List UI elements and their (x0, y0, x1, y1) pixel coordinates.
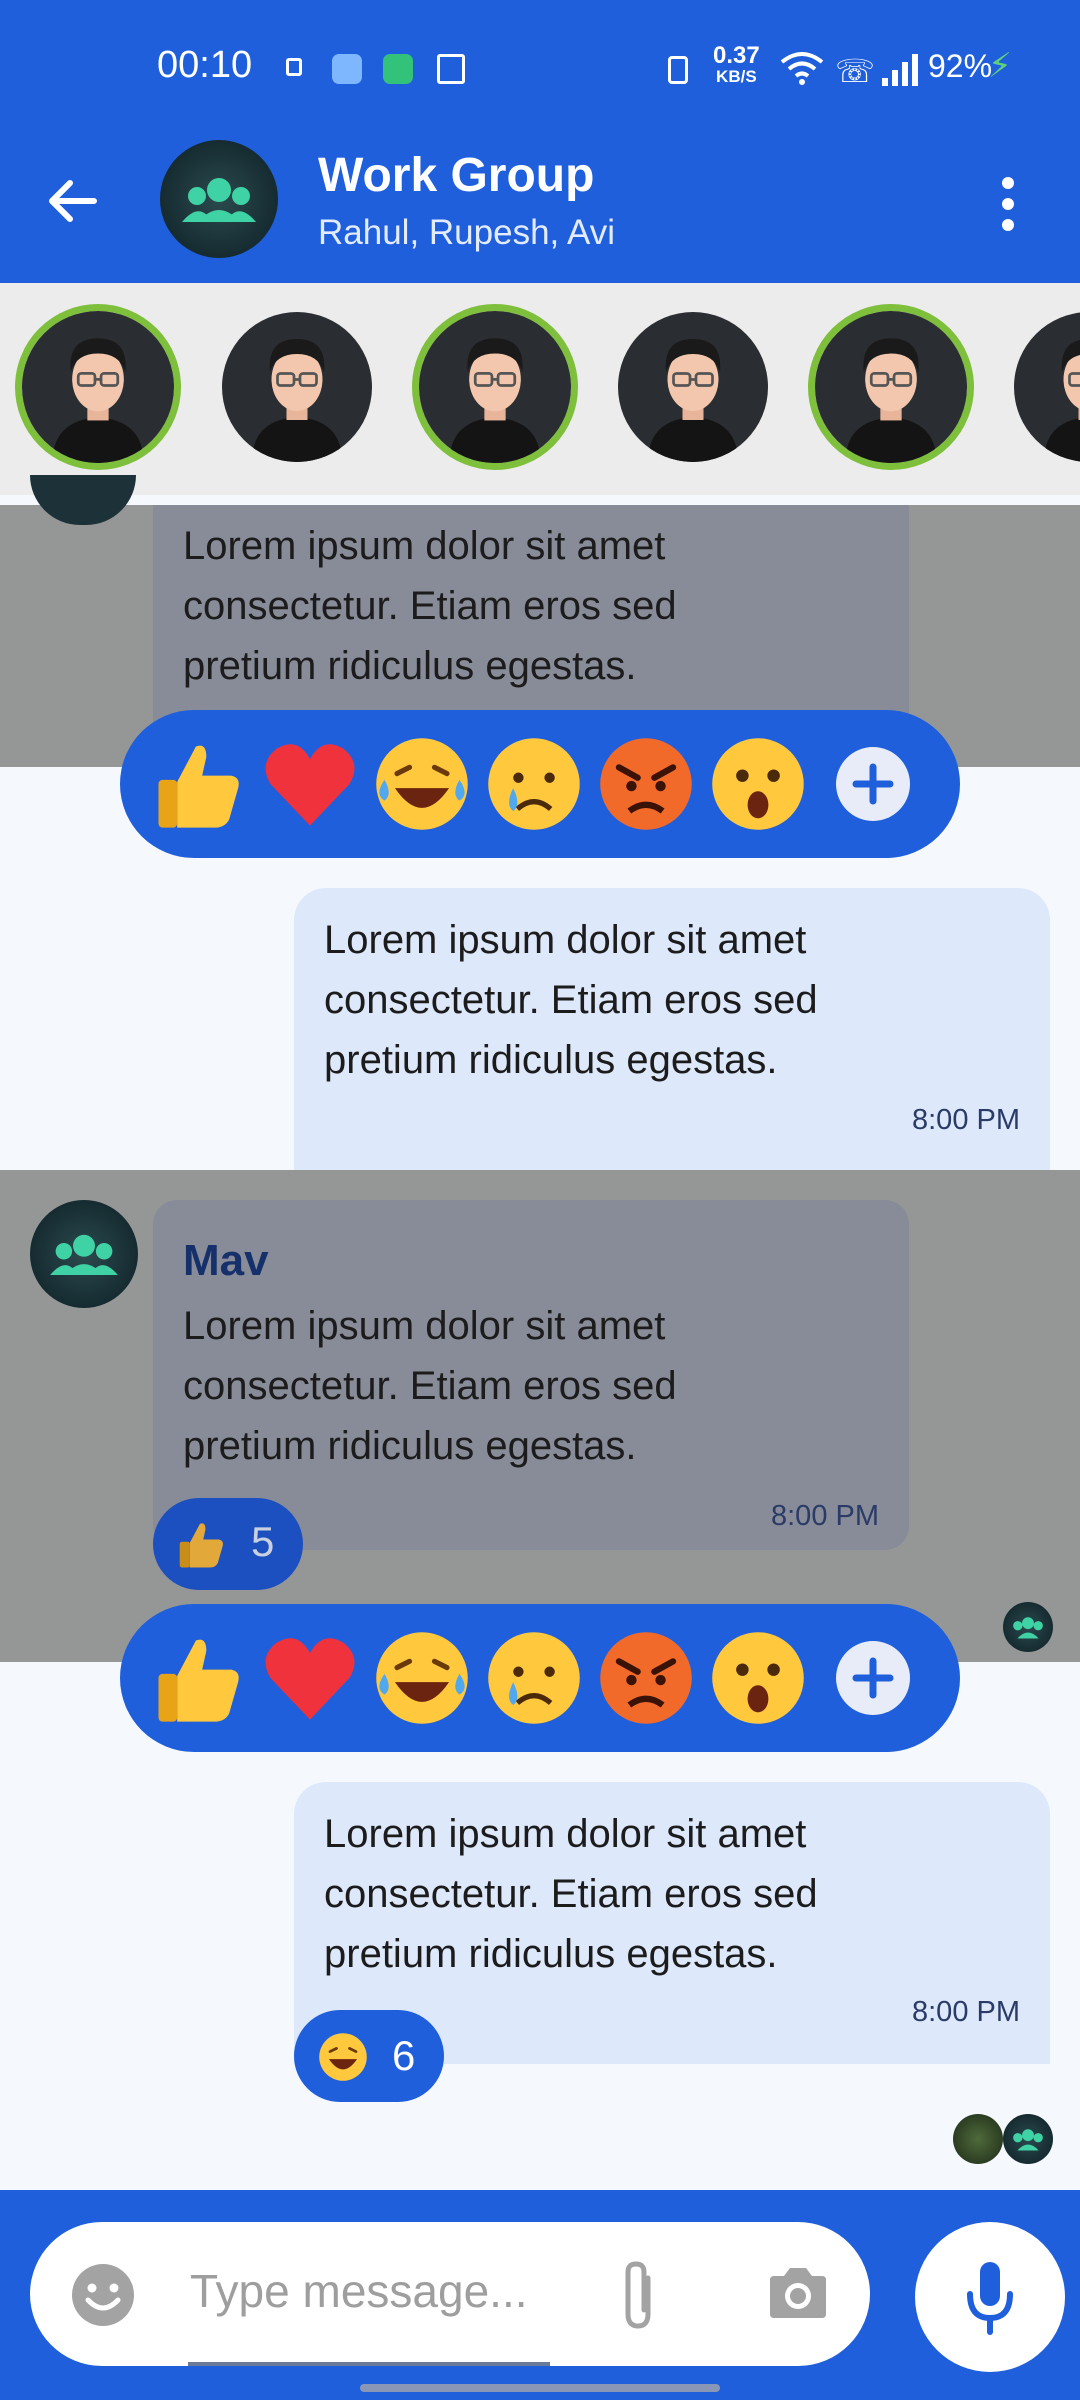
app-notification-icon (332, 54, 362, 84)
story-avatar[interactable] (222, 312, 372, 462)
add-reaction-button[interactable] (836, 1641, 910, 1715)
story-avatar[interactable] (1014, 312, 1080, 462)
sender-avatar[interactable] (30, 1200, 138, 1308)
crying-emoji[interactable] (482, 732, 586, 836)
message-input[interactable]: Type message... (30, 2222, 870, 2366)
reaction-picker (120, 710, 960, 858)
group-avatar[interactable] (160, 140, 278, 258)
voice-record-button[interactable] (915, 2222, 1065, 2372)
read-receipt-avatar (1003, 2114, 1053, 2164)
laughing-emoji[interactable] (370, 732, 474, 836)
stories-strip (0, 283, 1080, 495)
app-notification-icon (383, 54, 413, 84)
sender-name: Mav (183, 1236, 269, 1285)
thumbs-up-emoji (179, 1523, 223, 1568)
message-text: Lorem ipsum dolor sit amet consectetur. … (183, 524, 677, 688)
reaction-count: 5 (251, 1518, 275, 1565)
back-arrow-icon[interactable] (44, 173, 100, 229)
group-icon (1013, 1617, 1043, 1639)
network-speed-value: 0.37 (713, 42, 760, 69)
charging-icon: ⚡ (988, 47, 1012, 85)
camera-icon[interactable] (766, 2264, 830, 2322)
story-avatar[interactable] (412, 304, 578, 470)
chat-title[interactable]: Work Group (318, 148, 594, 203)
chat-members[interactable]: Rahul, Rupesh, Avi (318, 213, 615, 253)
network-speed-unit: KB/S (716, 67, 757, 86)
thumbs-up-emoji[interactable] (146, 1626, 250, 1730)
attachment-icon[interactable] (616, 2258, 660, 2332)
emoji-icon[interactable] (70, 2262, 136, 2328)
message-row-highlighted: Mav Lorem ipsum dolor sit amet consectet… (0, 1170, 1080, 1662)
story-avatar[interactable] (808, 304, 974, 470)
message-placeholder: Type message... (190, 2265, 528, 2317)
message-time: 8:00 PM (912, 1104, 1020, 1136)
read-receipt-avatar (953, 2114, 1003, 2164)
read-receipt-avatar (1003, 1602, 1053, 1652)
chat-header: Work Group Rahul, Rupesh, Avi (0, 135, 1080, 283)
status-time: 00:10 (157, 44, 253, 86)
reaction-count: 6 (392, 2032, 416, 2079)
laughing-emoji[interactable] (370, 1626, 474, 1730)
thumbs-up-emoji[interactable] (146, 732, 250, 836)
story-avatar[interactable] (15, 304, 181, 470)
surprised-emoji[interactable] (706, 1626, 810, 1730)
reaction-summary[interactable]: 6 (294, 2010, 444, 2102)
heart-emoji[interactable] (258, 732, 362, 836)
reaction-picker (120, 1604, 960, 1752)
heart-emoji[interactable] (258, 1626, 362, 1730)
message-text: Lorem ipsum dolor sit amet consectetur. … (324, 918, 818, 1082)
message-text: Lorem ipsum dolor sit amet consectetur. … (324, 1812, 818, 1976)
message-bubble-outgoing[interactable]: Lorem ipsum dolor sit amet consectetur. … (294, 888, 1050, 1170)
lock-icon (286, 58, 302, 76)
status-bar: 00:10 0.37 KB/S ☏ 92% ⚡ (0, 0, 1080, 135)
group-icon (1013, 2129, 1043, 2151)
battery-level: 92% (928, 48, 993, 84)
message-text: Lorem ipsum dolor sit amet consectetur. … (183, 1304, 677, 1468)
twitch-icon (437, 54, 465, 84)
message-time: 8:00 PM (912, 1996, 1020, 2028)
home-indicator[interactable] (360, 2384, 720, 2392)
microphone-icon (967, 2262, 1013, 2335)
wifi-icon (780, 52, 824, 85)
crying-emoji[interactable] (482, 1626, 586, 1730)
input-underline (188, 2362, 550, 2366)
plus-icon (852, 763, 894, 805)
story-avatar[interactable] (618, 312, 768, 462)
laughing-emoji (319, 2033, 367, 2081)
network-speed: 0.37 KB/S (713, 42, 760, 87)
signal-icon (882, 54, 918, 86)
surprised-emoji[interactable] (706, 732, 810, 836)
message-time: 8:00 PM (771, 1500, 879, 1532)
group-icon (182, 178, 256, 222)
vibrate-icon (668, 56, 688, 84)
angry-emoji[interactable] (594, 732, 698, 836)
sender-avatar (30, 475, 136, 525)
group-icon (50, 1234, 118, 1276)
message-composer: Type message... (0, 2190, 1080, 2400)
reaction-summary[interactable]: 5 (153, 1498, 303, 1590)
wifi-calling-icon: ☏ (835, 53, 876, 89)
add-reaction-button[interactable] (836, 747, 910, 821)
angry-emoji[interactable] (594, 1626, 698, 1730)
more-options-icon[interactable] (996, 173, 1020, 243)
plus-icon (852, 1657, 894, 1699)
message-bubble[interactable]: Mav Lorem ipsum dolor sit amet consectet… (153, 1200, 909, 1550)
